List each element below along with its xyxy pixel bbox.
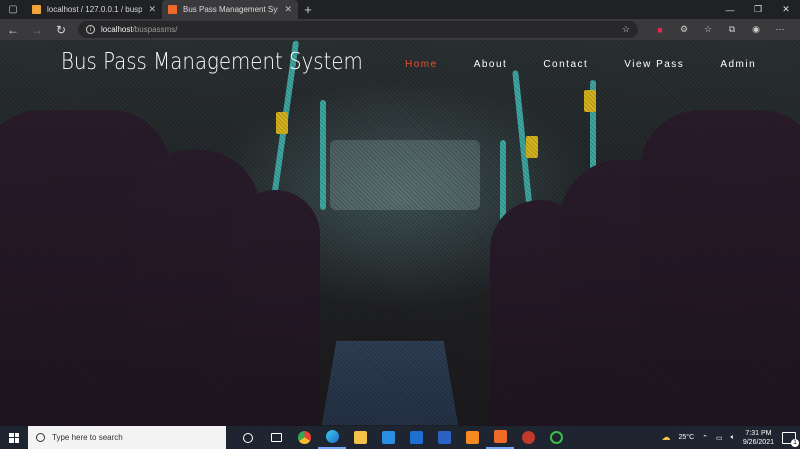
window-controls: — ❐ ✕ <box>716 0 800 19</box>
circle-app-icon[interactable] <box>542 426 570 449</box>
mail-icon[interactable] <box>402 426 430 449</box>
clock[interactable]: 7:31 PM 9/26/2021 <box>743 429 774 447</box>
tab-bus-pass[interactable]: Bus Pass Management System || Hom ✕ <box>162 0 298 19</box>
tab-title: localhost / 127.0.0.1 / buspassdb <box>47 5 143 14</box>
task-view-icon[interactable] <box>262 426 290 449</box>
web-page: Bus Pass Management System Home About Co… <box>0 40 800 426</box>
taskbar-search[interactable]: Type here to search <box>28 426 226 449</box>
favorites-icon[interactable]: ☆ <box>702 24 714 35</box>
more-menu-icon[interactable]: ⋯ <box>774 24 786 35</box>
bus-handle-image <box>526 136 538 158</box>
main-nav: Home About Contact View Pass Admin <box>405 59 792 70</box>
windows-logo-icon <box>9 432 19 443</box>
windows-taskbar: Type here to search ☁ 25°C ⌃ ▭ 🔈︎ 7:31 P… <box>0 426 800 449</box>
close-tab-icon[interactable]: ✕ <box>284 4 292 15</box>
tab-title: Bus Pass Management System || Hom <box>183 5 278 14</box>
taskbar-apps <box>234 426 570 449</box>
sublime-text-icon[interactable] <box>458 426 486 449</box>
notification-icon[interactable] <box>782 431 799 447</box>
bus-pole-image <box>320 100 326 210</box>
restore-icon[interactable]: ❐ <box>744 0 772 19</box>
system-tray: ☁ 25°C ⌃ ▭ 🔈︎ 7:31 PM 9/26/2021 <box>662 429 800 447</box>
url-path: /buspassms/ <box>132 25 178 34</box>
favorite-star-icon[interactable]: ☆ <box>622 24 630 35</box>
back-icon[interactable]: ← <box>6 23 20 37</box>
info-icon[interactable]: i <box>86 25 95 34</box>
extension-puzzle-icon[interactable]: ⚙ <box>678 24 690 35</box>
profile-icon[interactable]: ◉ <box>750 24 762 35</box>
toolbar-icons: ■ ⚙ ☆ ⧉ ◉ ⋯ <box>654 24 786 35</box>
tab-strip: ▢ localhost / 127.0.0.1 / buspassdb ✕ Bu… <box>0 0 800 19</box>
edge-icon[interactable] <box>318 426 346 449</box>
search-placeholder: Type here to search <box>52 433 123 442</box>
browser-window: ▢ localhost / 127.0.0.1 / buspassdb ✕ Bu… <box>0 0 800 426</box>
clock-time: 7:31 PM <box>745 429 772 437</box>
site-brand[interactable]: Bus Pass Management System <box>61 49 363 75</box>
chrome-icon[interactable] <box>290 426 318 449</box>
refresh-icon[interactable]: ↻ <box>54 23 68 37</box>
nav-contact[interactable]: Contact <box>543 59 588 70</box>
extension-icon[interactable]: ■ <box>654 25 666 35</box>
bus-window-image <box>330 140 480 210</box>
close-window-icon[interactable]: ✕ <box>772 0 800 19</box>
bus-seat-image <box>640 110 800 426</box>
start-button[interactable] <box>0 426 28 449</box>
forward-icon[interactable]: → <box>30 23 44 37</box>
battery-icon[interactable]: ▭ <box>716 434 723 442</box>
site-favicon-icon <box>168 5 177 14</box>
bus-seat-image <box>230 190 320 426</box>
search-icon <box>36 433 45 442</box>
weather-icon[interactable]: ☁ <box>662 432 671 443</box>
cortana-icon[interactable] <box>234 426 262 449</box>
clock-date: 9/26/2021 <box>742 438 774 446</box>
new-tab-button[interactable]: + <box>298 0 318 19</box>
nav-home[interactable]: Home <box>405 59 438 70</box>
ui-app-icon[interactable] <box>430 426 458 449</box>
xampp-icon[interactable] <box>486 426 514 449</box>
tab-phpmyadmin[interactable]: localhost / 127.0.0.1 / buspassdb ✕ <box>26 0 162 19</box>
file-explorer-icon[interactable] <box>346 426 374 449</box>
store-icon[interactable] <box>374 426 402 449</box>
settings-icon[interactable] <box>514 426 542 449</box>
chevron-up-icon[interactable]: ⌃ <box>702 434 708 442</box>
bus-aisle-image <box>321 340 459 426</box>
collections-icon[interactable]: ⧉ <box>726 24 738 35</box>
browser-toolbar: ← → ↻ i localhost /buspassms/ ☆ ■ ⚙ ☆ ⧉ … <box>0 19 800 40</box>
url-host: localhost <box>101 25 133 34</box>
nav-about[interactable]: About <box>474 59 508 70</box>
nav-view-pass[interactable]: View Pass <box>624 59 684 70</box>
close-tab-icon[interactable]: ✕ <box>148 4 156 15</box>
weather-temp[interactable]: 25°C <box>679 434 695 441</box>
address-bar[interactable]: i localhost /buspassms/ ☆ <box>78 21 638 38</box>
minimize-icon[interactable]: — <box>716 0 744 19</box>
nav-admin[interactable]: Admin <box>720 59 756 70</box>
phpmyadmin-icon <box>32 5 41 14</box>
volume-icon[interactable]: 🔈︎ <box>731 434 735 442</box>
bus-handle-image <box>276 112 288 134</box>
site-header: Bus Pass Management System Home About Co… <box>0 40 800 94</box>
tab-actions-icon[interactable]: ▢ <box>0 0 26 19</box>
